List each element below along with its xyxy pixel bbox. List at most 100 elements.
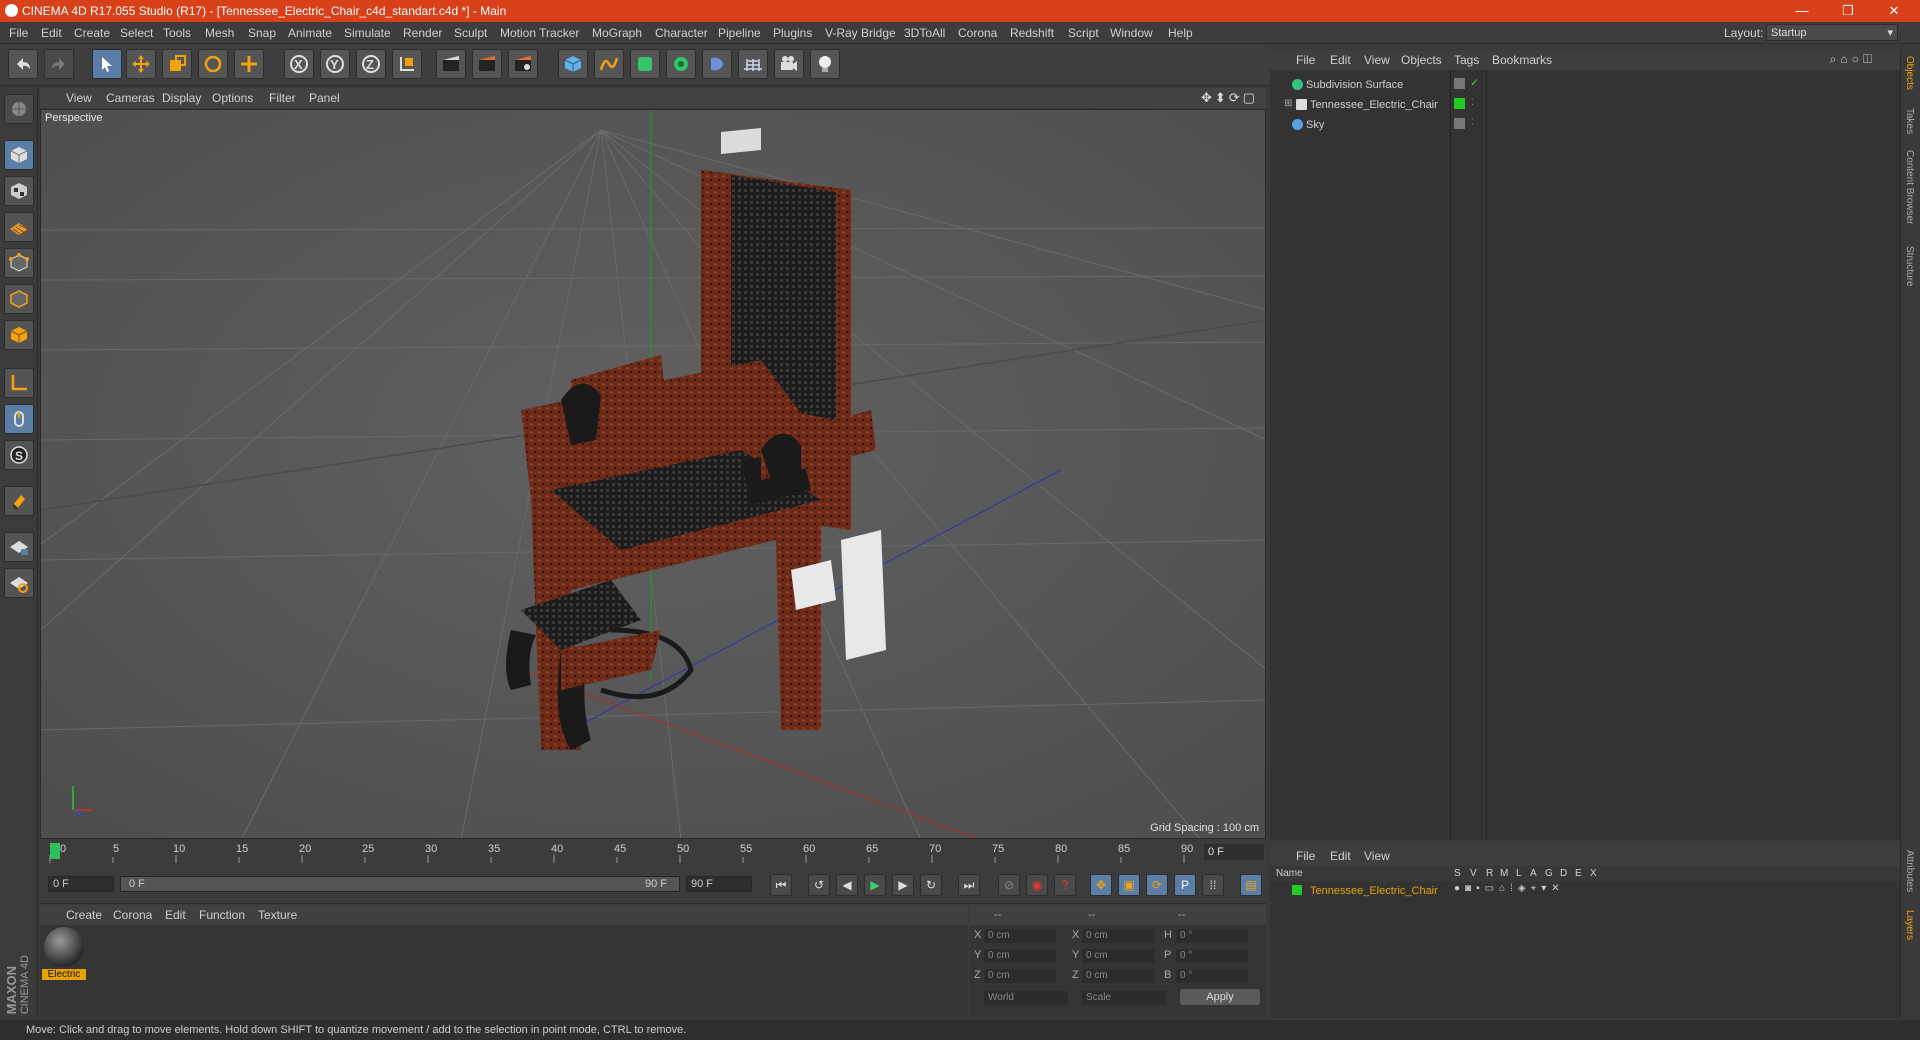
menu-character[interactable]: Character bbox=[655, 26, 708, 40]
scale-tool-button[interactable] bbox=[162, 49, 192, 79]
object-menu-objects[interactable]: Objects bbox=[1401, 53, 1442, 67]
rotation-h-field[interactable]: 0 ° bbox=[1176, 929, 1248, 943]
menu-help[interactable]: Help bbox=[1168, 26, 1193, 40]
menu-3dtoall[interactable]: 3DToAll bbox=[904, 26, 945, 40]
add-spline-button[interactable] bbox=[594, 49, 624, 79]
preview-range-slider[interactable]: 0 F 90 F bbox=[120, 876, 680, 892]
menu-corona[interactable]: Corona bbox=[958, 26, 997, 40]
edges-mode-button[interactable] bbox=[4, 284, 34, 314]
menu-render[interactable]: Render bbox=[403, 26, 442, 40]
add-cube-button[interactable] bbox=[558, 49, 588, 79]
auto-keying-button[interactable]: ◉ bbox=[1026, 874, 1048, 896]
coordinate-system-button[interactable] bbox=[392, 49, 422, 79]
layer-toggle-icons[interactable]: ●◙▪▭⌂⁞◈⌖▾✕ bbox=[1454, 883, 1565, 894]
next-key-button[interactable]: ↻ bbox=[920, 874, 942, 896]
go-to-end-button[interactable]: ⏭ bbox=[958, 874, 980, 896]
snap-button[interactable] bbox=[4, 486, 34, 516]
add-light-button[interactable] bbox=[810, 49, 840, 79]
position-x-field[interactable]: 0 cm bbox=[984, 929, 1056, 943]
next-frame-button[interactable]: ▶ bbox=[892, 874, 914, 896]
tweak-mode-button[interactable] bbox=[4, 404, 34, 434]
key-pla-button[interactable]: ⁞⁞ bbox=[1202, 874, 1224, 896]
render-view-button[interactable] bbox=[436, 49, 466, 79]
menu-mograph[interactable]: MoGraph bbox=[592, 26, 642, 40]
visibility-dots-icon[interactable]: ⁚ bbox=[1471, 117, 1474, 128]
solo-button[interactable]: S bbox=[4, 440, 34, 470]
material-menu-edit[interactable]: Edit bbox=[165, 908, 186, 922]
layer-menu-view[interactable]: View bbox=[1364, 849, 1390, 863]
object-row[interactable]: Sky ⁚ bbox=[1270, 116, 1900, 134]
x-axis-lock-button[interactable]: X bbox=[284, 49, 314, 79]
points-mode-button[interactable] bbox=[4, 248, 34, 278]
menu-motion-tracker[interactable]: Motion Tracker bbox=[500, 26, 579, 40]
texture-mode-button[interactable] bbox=[4, 176, 34, 206]
undo-button[interactable] bbox=[8, 49, 38, 79]
perspective-viewport[interactable]: Perspective Grid Spacing : 100 cm bbox=[40, 109, 1266, 839]
timeline-window-button[interactable]: ▤ bbox=[1240, 874, 1262, 896]
close-button[interactable]: ✕ bbox=[1872, 2, 1916, 20]
previous-frame-button[interactable]: ◀ bbox=[836, 874, 858, 896]
live-selection-button[interactable] bbox=[92, 49, 122, 79]
menu-edit[interactable]: Edit bbox=[41, 26, 62, 40]
y-axis-lock-button[interactable]: Y bbox=[320, 49, 350, 79]
layout-select[interactable]: Startup ▾ bbox=[1766, 24, 1898, 41]
column-generators[interactable]: G bbox=[1545, 868, 1553, 879]
object-row[interactable]: Subdivision Surface ✓ bbox=[1270, 76, 1900, 94]
go-to-start-button[interactable]: ⏮ bbox=[770, 874, 792, 896]
menu-sculpt[interactable]: Sculpt bbox=[454, 26, 487, 40]
column-solo[interactable]: S bbox=[1454, 868, 1461, 879]
material-swatch[interactable]: Electric bbox=[42, 927, 86, 983]
material-menu-corona[interactable]: Corona bbox=[113, 908, 152, 922]
column-render[interactable]: R bbox=[1486, 868, 1493, 879]
model-mode-button[interactable] bbox=[4, 140, 34, 170]
render-settings-button[interactable] bbox=[508, 49, 538, 79]
column-manager[interactable]: M bbox=[1500, 868, 1508, 879]
tab-content-browser[interactable]: Content Browser bbox=[1904, 150, 1915, 224]
menu-snap[interactable]: Snap bbox=[248, 26, 276, 40]
menu-window[interactable]: Window bbox=[1110, 26, 1153, 40]
column-locked[interactable]: L bbox=[1516, 868, 1522, 879]
menu-select[interactable]: Select bbox=[120, 26, 153, 40]
start-frame-field[interactable]: 0 F bbox=[48, 876, 114, 892]
tab-layers[interactable]: Layers bbox=[1904, 910, 1915, 940]
layer-menu-edit[interactable]: Edit bbox=[1330, 849, 1351, 863]
menu-mesh[interactable]: Mesh bbox=[205, 26, 234, 40]
size-x-field[interactable]: 0 cm bbox=[1082, 929, 1154, 943]
menu-simulate[interactable]: Simulate bbox=[344, 26, 391, 40]
object-row[interactable]: ⊞ Tennessee_Electric_Chair ⁚ bbox=[1270, 96, 1900, 114]
menu-plugins[interactable]: Plugins bbox=[773, 26, 812, 40]
planar-workplane-button[interactable] bbox=[4, 568, 34, 598]
play-button[interactable]: ▶ bbox=[864, 874, 886, 896]
column-animation[interactable]: A bbox=[1530, 868, 1537, 879]
viewport-menu-filter[interactable]: Filter bbox=[269, 91, 296, 105]
layer-row[interactable]: Tennessee_Electric_Chair ●◙▪▭⌂⁞◈⌖▾✕ bbox=[1270, 882, 1900, 900]
minimize-button[interactable]: — bbox=[1780, 2, 1824, 20]
current-frame-field[interactable]: 0 F bbox=[1204, 844, 1264, 860]
viewport-menu-cameras[interactable]: Cameras bbox=[106, 91, 155, 105]
tab-takes[interactable]: Takes bbox=[1904, 108, 1915, 134]
expand-icon[interactable]: ⊞ bbox=[1284, 98, 1292, 109]
viewport-menu-view[interactable]: View bbox=[66, 91, 92, 105]
move-tool-button[interactable] bbox=[126, 49, 156, 79]
menu-create[interactable]: Create bbox=[74, 26, 110, 40]
axis-mode-button[interactable] bbox=[4, 368, 34, 398]
menu-file[interactable]: File bbox=[9, 26, 28, 40]
viewport-menu-display[interactable]: Display bbox=[162, 91, 201, 105]
menu-vray-bridge[interactable]: V-Ray Bridge bbox=[825, 26, 896, 40]
object-menu-edit[interactable]: Edit bbox=[1330, 53, 1351, 67]
apply-button[interactable]: Apply bbox=[1180, 989, 1260, 1005]
make-editable-button[interactable] bbox=[4, 94, 34, 124]
rotation-b-field[interactable]: 0 ° bbox=[1176, 969, 1248, 983]
timeline-ruler[interactable]: 0 5 10 15 20 25 30 35 40 45 50 55 60 65 … bbox=[40, 841, 1266, 863]
add-mograph-button[interactable] bbox=[666, 49, 696, 79]
position-z-field[interactable]: 0 cm bbox=[984, 969, 1056, 983]
key-position-button[interactable]: ✥ bbox=[1090, 874, 1112, 896]
tab-structure[interactable]: Structure bbox=[1904, 246, 1915, 287]
last-tool-button[interactable] bbox=[234, 49, 264, 79]
viewport-menu-options[interactable]: Options bbox=[212, 91, 253, 105]
z-axis-lock-button[interactable]: Z bbox=[356, 49, 386, 79]
visibility-dots-icon[interactable]: ⁚ bbox=[1471, 97, 1474, 108]
key-scale-button[interactable]: ▣ bbox=[1118, 874, 1140, 896]
viewport-nav-icon[interactable]: ✥⬍⟳▢ bbox=[1201, 90, 1258, 106]
menu-redshift[interactable]: Redshift bbox=[1010, 26, 1054, 40]
